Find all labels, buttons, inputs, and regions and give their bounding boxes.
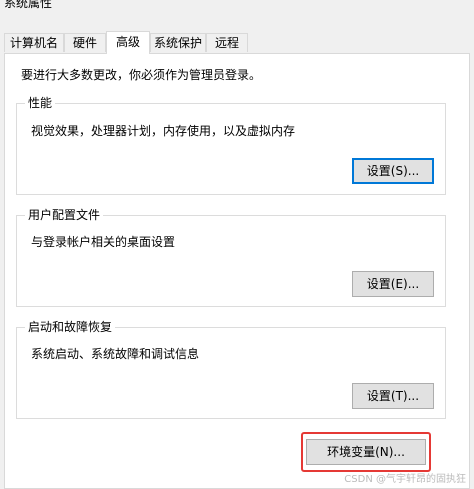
red-highlight-annotation <box>301 432 431 472</box>
performance-group-title: 性能 <box>25 95 56 111</box>
startup-recovery-description: 系统启动、系统故障和调试信息 <box>31 347 200 361</box>
startup-recovery-settings-label: 设置(T)... <box>366 389 420 403</box>
tab-advanced[interactable]: 高级 <box>106 31 150 54</box>
admin-note: 要进行大多数更改，你必须作为管理员登录。 <box>21 68 262 82</box>
tab-strip: 计算机名 硬件 高级 系统保护 远程 <box>4 31 470 54</box>
tab-remote[interactable]: 远程 <box>206 33 248 52</box>
performance-settings-button[interactable]: 设置(S)... <box>352 158 434 184</box>
user-profiles-description: 与登录帐户相关的桌面设置 <box>31 235 176 249</box>
startup-recovery-group-title: 启动和故障恢复 <box>25 319 116 335</box>
tab-hardware[interactable]: 硬件 <box>64 33 106 52</box>
performance-settings-label: 设置(S)... <box>366 164 420 178</box>
tab-system-protection[interactable]: 系统保护 <box>150 33 206 52</box>
startup-recovery-settings-button[interactable]: 设置(T)... <box>352 383 434 409</box>
user-profiles-settings-button[interactable]: 设置(E)... <box>352 271 434 297</box>
window-title: 系统属性 <box>4 0 53 10</box>
user-profiles-settings-label: 设置(E)... <box>366 277 420 291</box>
watermark: CSDN @气宇轩昂的固执狂 <box>344 474 466 485</box>
tab-computer-name[interactable]: 计算机名 <box>4 33 64 52</box>
performance-description: 视觉效果，处理器计划，内存使用，以及虚拟内存 <box>31 124 296 138</box>
user-profiles-group-title: 用户配置文件 <box>25 207 104 223</box>
